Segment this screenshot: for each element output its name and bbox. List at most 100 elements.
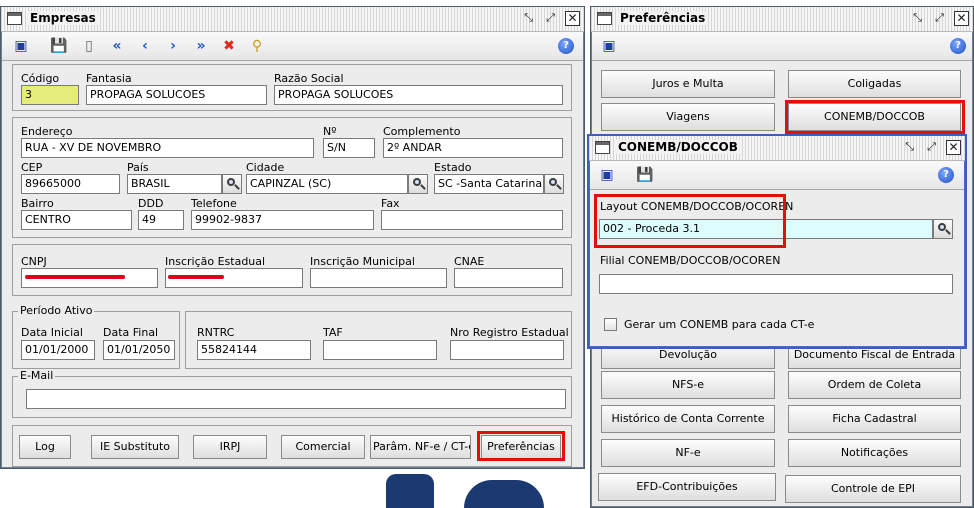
inscricao-municipal-label: Inscrição Municipal	[310, 255, 415, 268]
empresas-content: Código 3 Fantasia PROPAGA SOLUCOES Razão…	[2, 61, 583, 467]
ddd-field[interactable]: 49	[138, 210, 184, 230]
razao-social-field[interactable]: PROPAGA SOLUCOES	[274, 85, 563, 105]
minimize-icon[interactable]: ⤡	[910, 11, 925, 26]
data-final-field[interactable]: 01/01/2050	[103, 340, 175, 360]
empresas-window: Empresas ⤡ ⤢ ✕ ▣ 💾 ▯ « ‹ › » ✖ ⚲ ? Códig…	[0, 6, 585, 469]
data-inicial-field[interactable]: 01/01/2000	[21, 340, 95, 360]
nro-registro-estadual-label: Nro Registro Estadual	[450, 326, 569, 339]
coligadas-button[interactable]: Coligadas	[788, 70, 961, 98]
pais-field[interactable]: BRASIL	[127, 174, 222, 194]
ie-substituto-button[interactable]: IE Substituto	[91, 435, 179, 459]
conemb-doccob-button[interactable]: CONEMB/DOCCOB	[788, 103, 961, 131]
redaction-mark	[25, 275, 125, 279]
periodo-ativo-panel: Período Ativo Data Inicial 01/01/2000 Da…	[12, 304, 180, 369]
layout-label: Layout CONEMB/DOCCOB/OCOREN	[600, 200, 794, 213]
filial-field[interactable]	[599, 274, 953, 294]
help-icon[interactable]: ?	[558, 38, 574, 54]
email-legend: E-Mail	[18, 369, 56, 382]
search-icon[interactable]: ⚲	[248, 37, 266, 55]
cidade-search-button[interactable]	[408, 174, 428, 194]
data-inicial-label: Data Inicial	[21, 326, 83, 339]
fantasia-field[interactable]: PROPAGA SOLUCOES	[86, 85, 267, 105]
taf-label: TAF	[323, 326, 343, 339]
close-icon[interactable]: ✕	[954, 11, 969, 26]
exit-icon[interactable]: ▣	[598, 166, 616, 184]
taf-field[interactable]	[323, 340, 437, 360]
pais-search-button[interactable]	[222, 174, 242, 194]
inscricao-municipal-field[interactable]	[310, 268, 447, 288]
codigo-field[interactable]: 3	[21, 85, 79, 105]
log-button[interactable]: Log	[19, 435, 71, 459]
numero-label: Nº	[323, 125, 337, 138]
minimize-icon[interactable]: ⤡	[902, 140, 917, 155]
rntrc-label: RNTRC	[197, 326, 235, 339]
notificacoes-button[interactable]: Notificações	[788, 439, 961, 467]
help-icon[interactable]: ?	[950, 38, 966, 54]
telefone-field[interactable]: 99902-9837	[191, 210, 374, 230]
email-field[interactable]	[26, 389, 566, 409]
cep-field[interactable]: 89665000	[21, 174, 120, 194]
complemento-label: Complemento	[383, 125, 461, 138]
address-panel: Endereço RUA - XV DE NOVEMBRO Nº S/N Com…	[12, 117, 572, 238]
delete-icon[interactable]: ✖	[220, 37, 238, 55]
comercial-button[interactable]: Comercial	[281, 435, 365, 459]
periodo-ativo-legend: Período Ativo	[18, 304, 95, 317]
email-panel: E-Mail	[12, 369, 572, 418]
ficha-cadastral-button[interactable]: Ficha Cadastral	[788, 405, 961, 433]
efd-contribuicoes-button[interactable]: EFD-Contribuições	[598, 473, 776, 501]
viagens-button[interactable]: Viagens	[601, 103, 775, 131]
estado-field[interactable]: SC -Santa Catarina	[434, 174, 544, 194]
estado-label: Estado	[434, 161, 472, 174]
redaction-mark	[168, 275, 224, 279]
new-document-icon[interactable]: ▯	[80, 37, 98, 55]
estado-search-button[interactable]	[544, 174, 564, 194]
registration-panel: CNPJ Inscrição Estadual Inscrição Munici…	[12, 244, 572, 296]
close-icon[interactable]: ✕	[946, 140, 961, 155]
complemento-field[interactable]: 2º ANDAR	[383, 138, 563, 158]
first-record-icon[interactable]: «	[108, 37, 126, 55]
save-icon[interactable]: 💾	[50, 37, 68, 55]
layout-field[interactable]: 002 - Proceda 3.1	[599, 219, 933, 239]
exit-icon[interactable]: ▣	[600, 37, 618, 55]
nfe-button[interactable]: NF-e	[601, 439, 775, 467]
gerar-conemb-checkbox[interactable]	[604, 318, 617, 331]
cidade-field[interactable]: CAPINZAL (SC)	[246, 174, 408, 194]
historico-conta-corrente-button[interactable]: Histórico de Conta Corrente	[601, 405, 775, 433]
preferencias-button[interactable]: Preferências	[481, 435, 561, 459]
juros-multa-button[interactable]: Juros e Multa	[601, 70, 775, 98]
preferencias-toolbar: ▣ ?	[592, 32, 972, 61]
window-icon	[597, 12, 612, 25]
exit-icon[interactable]: ▣	[12, 37, 30, 55]
endereco-label: Endereço	[21, 125, 73, 138]
help-icon[interactable]: ?	[938, 167, 954, 183]
maximize-icon[interactable]: ⤢	[932, 11, 947, 26]
nro-registro-estadual-field[interactable]	[450, 340, 564, 360]
previous-record-icon[interactable]: ‹	[136, 37, 154, 55]
close-icon[interactable]: ✕	[565, 11, 580, 26]
endereco-field[interactable]: RUA - XV DE NOVEMBRO	[21, 138, 314, 158]
window-icon	[595, 141, 610, 154]
layout-search-button[interactable]	[933, 219, 953, 239]
controle-epi-button[interactable]: Controle de EPI	[785, 475, 961, 503]
preferencias-title: Preferências	[617, 11, 709, 25]
irpj-button[interactable]: IRPJ	[193, 435, 267, 459]
numero-field[interactable]: S/N	[323, 138, 375, 158]
fax-field[interactable]	[381, 210, 563, 230]
bairro-field[interactable]: CENTRO	[21, 210, 132, 230]
rntrc-field[interactable]: 55824144	[197, 340, 311, 360]
transport-panel: RNTRC 55824144 TAF Nro Registro Estadual	[185, 311, 572, 369]
window-icon	[7, 12, 22, 25]
next-record-icon[interactable]: ›	[164, 37, 182, 55]
maximize-icon[interactable]: ⤢	[924, 140, 939, 155]
razao-social-label: Razão Social	[274, 72, 344, 85]
save-icon[interactable]: 💾	[636, 166, 654, 184]
ordem-coleta-button[interactable]: Ordem de Coleta	[788, 371, 961, 399]
nfse-button[interactable]: NFS-e	[601, 371, 775, 399]
ddd-label: DDD	[138, 197, 164, 210]
maximize-icon[interactable]: ⤢	[543, 11, 558, 26]
cnae-field[interactable]	[454, 268, 563, 288]
conemb-toolbar: ▣ 💾 ?	[590, 161, 964, 190]
last-record-icon[interactable]: »	[192, 37, 210, 55]
parametros-nfe-cte-button[interactable]: Parâm. NF-e / CT-e	[370, 435, 471, 459]
minimize-icon[interactable]: ⤡	[521, 11, 536, 26]
